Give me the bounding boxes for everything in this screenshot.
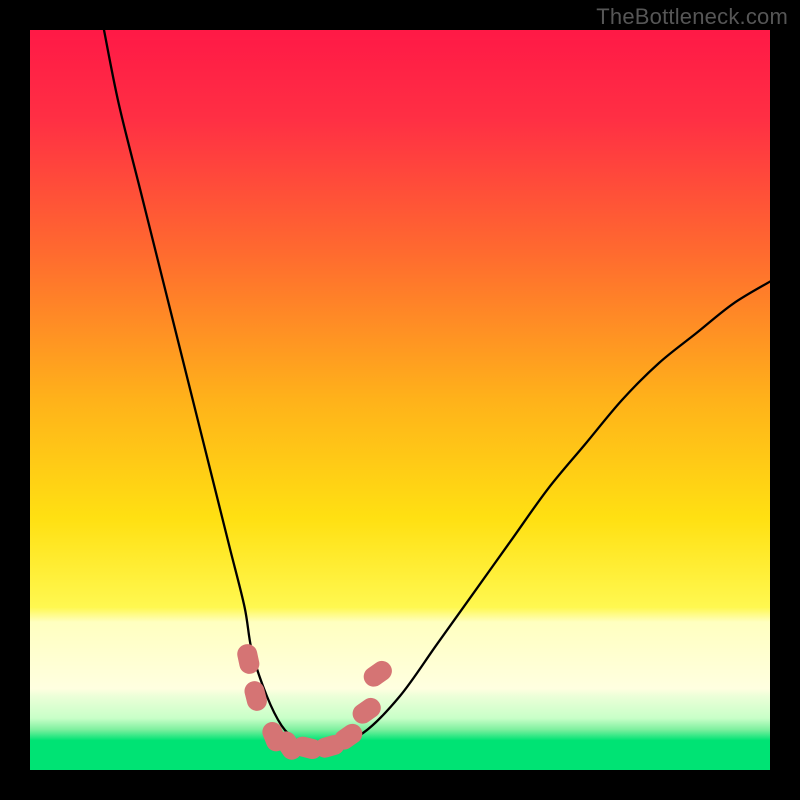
marker-left-lower	[242, 679, 269, 713]
marker-right-lower	[349, 694, 385, 728]
black-frame: TheBottleneck.com	[0, 0, 800, 800]
watermark: TheBottleneck.com	[596, 4, 788, 30]
marker-left-upper	[235, 642, 261, 676]
marker-layer	[30, 30, 770, 770]
marker-right-upper	[360, 657, 396, 691]
plot-area	[30, 30, 770, 770]
